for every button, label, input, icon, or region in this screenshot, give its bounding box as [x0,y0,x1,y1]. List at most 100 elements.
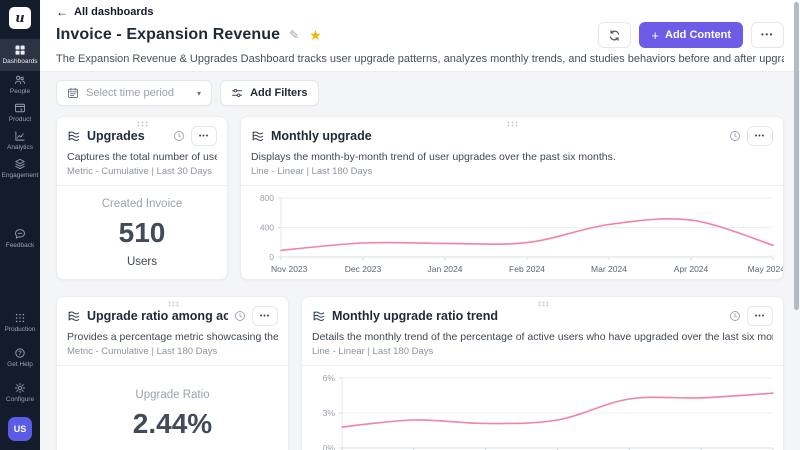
more-options-button[interactable]: ••• [751,22,784,48]
card-title: Monthly upgrade [271,129,372,143]
sidebar-bottom: Production ? Get Help Configure US [0,309,40,441]
sidebar-item-production[interactable]: Production [0,309,40,337]
svg-text:Feb 2024: Feb 2024 [509,264,545,274]
sidebar-item-feedback[interactable]: Feedback [0,225,40,253]
app-logo[interactable]: u [9,7,31,29]
sidebar-item-label: Product [8,116,32,123]
avatar-initials: US [13,424,27,434]
card-description: Provides a percentage metric showcasing … [67,331,278,343]
card-menu-button[interactable]: ••• [252,306,278,326]
add-filters-label: Add Filters [250,87,308,99]
sidebar-item-label: Get Help [7,361,33,368]
user-avatar[interactable]: US [8,417,32,441]
plus-icon: + [651,27,660,43]
time-period-placeholder: Select time period [86,87,175,99]
sidebar-item-label: Analytics [6,144,33,151]
metric-waves-icon [68,131,80,142]
analytics-icon [15,131,25,141]
svg-text:6%: 6% [323,373,336,383]
main-area: ← All dashboards Invoice - Expansion Rev… [40,0,800,450]
refresh-button[interactable] [598,22,632,48]
time-period-select[interactable]: Select time period ▾ [56,80,213,106]
people-icon [15,75,26,85]
header-actions: + Add Content ••• [598,22,784,48]
scrollbar-thumb[interactable] [794,2,799,310]
metric-waves-icon [68,311,80,322]
card-meta: Metric - Cumulative | Last 30 Days [67,166,213,177]
sidebar-item-label: Engagement [1,172,39,179]
card-ratio-trend: Monthly upgrade ratio trend ••• Details … [301,296,784,450]
sidebar-item-get-help[interactable]: ? Get Help [0,344,40,372]
filters-icon [232,89,243,97]
svg-text:0%: 0% [323,443,336,450]
ellipsis-icon: ••• [198,132,210,140]
sidebar-item-engagement[interactable]: Engagement [0,155,40,183]
configure-icon [14,382,26,394]
add-content-button[interactable]: + Add Content [639,22,743,48]
card-title: Upgrade ratio among active use... [87,309,228,323]
metric-label: Upgrade Ratio [135,389,210,401]
ellipsis-icon: ••• [754,132,766,140]
card-description: Details the monthly trend of the percent… [312,331,773,343]
clock-icon [730,311,740,321]
logo-letter: u [15,10,25,26]
page-description: The Expansion Revenue & Upgrades Dashboa… [56,53,784,65]
title-row: Invoice - Expansion Revenue ✎ ★ + Add Co… [56,21,784,49]
add-content-label: Add Content [665,29,731,41]
product-icon [15,103,25,113]
card-title: Upgrades [87,129,145,143]
metric-value: 2.44% [132,408,213,439]
sidebar-item-dashboards[interactable]: Dashboards [0,39,40,71]
sidebar-item-analytics[interactable]: Analytics [0,127,40,155]
card-meta: Line - Linear | Last 180 Days [312,346,434,357]
card-menu-button[interactable]: ••• [747,306,773,326]
svg-text:3%: 3% [323,408,336,418]
sidebar-item-configure[interactable]: Configure [0,379,40,407]
breadcrumb-label: All dashboards [74,6,154,18]
ellipsis-icon: ••• [259,312,271,320]
chevron-down-icon: ▾ [197,88,202,98]
card-title: Monthly upgrade ratio trend [332,309,498,323]
calendar-icon [68,87,78,98]
card-meta: Line - Linear | Last 180 Days [251,166,373,177]
sidebar-item-people[interactable]: People [0,71,40,99]
engagement-icon [15,158,25,170]
card-menu-button[interactable]: ••• [747,126,773,146]
sidebar-item-label: Configure [5,396,35,403]
metric-waves-icon [313,311,325,322]
svg-text:May 2024: May 2024 [748,264,783,274]
help-icon: ? [15,348,25,358]
sidebar-item-label: Feedback [5,242,35,249]
card-meta: Metric - Cumulative | Last 180 Days [67,346,218,357]
metric-sublabel: Users [126,255,158,268]
drag-handle[interactable] [167,301,178,307]
favorite-star-icon[interactable]: ★ [309,27,322,44]
edit-title-icon[interactable]: ✎ [289,28,299,42]
dashboard-content: Select time period ▾ Add Filters Upgrade… [40,72,800,450]
metric-value: 510 [118,216,166,248]
breadcrumb[interactable]: ← All dashboards [56,5,784,19]
sidebar: u Dashboards People Product Analytics En… [0,0,40,450]
drag-handle[interactable] [537,301,548,307]
drag-handle[interactable] [136,121,148,127]
sidebar-item-label: Dashboards [2,58,38,65]
sidebar-item-product[interactable]: Product [0,99,40,127]
sidebar-nav: Dashboards People Product Analytics Enga… [0,39,40,253]
clock-icon [730,131,740,141]
svg-text:Apr 2024: Apr 2024 [674,264,709,274]
svg-text:Mar 2024: Mar 2024 [591,264,627,274]
card-menu-button[interactable]: ••• [191,126,217,146]
metric-body: Created Invoice 510 Users [57,185,227,279]
svg-text:?: ? [18,351,22,357]
clock-icon [235,311,245,321]
svg-text:Nov 2023: Nov 2023 [271,264,308,274]
page-title: Invoice - Expansion Revenue [56,26,281,43]
clock-icon [174,131,184,141]
svg-text:0: 0 [269,252,274,262]
card-description: Displays the month-by-month trend of use… [251,151,616,163]
app-window: u Dashboards People Product Analytics En… [0,0,800,450]
filter-bar: Select time period ▾ Add Filters [56,80,784,106]
drag-handle[interactable] [506,121,518,127]
add-filters-button[interactable]: Add Filters [220,80,319,106]
sidebar-item-label: Production [4,326,36,333]
